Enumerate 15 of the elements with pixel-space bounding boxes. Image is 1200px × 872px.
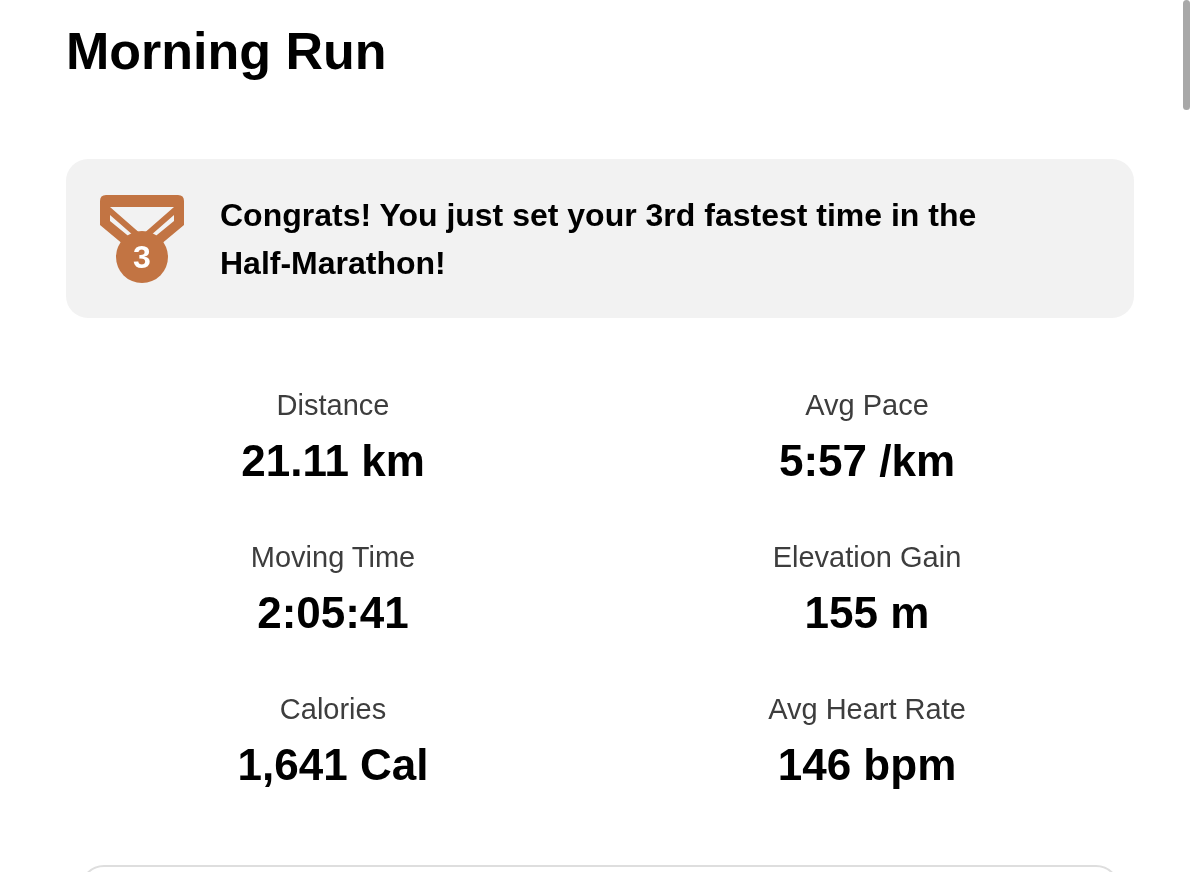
stat-value: 21.11 km [241, 436, 425, 486]
stat-value: 1,641 Cal [237, 740, 429, 790]
stat-label: Distance [276, 388, 390, 422]
stat-label: Moving Time [250, 540, 416, 574]
stat-label: Calories [279, 692, 387, 726]
stat-value: 155 m [804, 588, 930, 638]
stat-label: Avg Heart Rate [768, 692, 966, 726]
page-title: Morning Run [66, 21, 387, 82]
achievement-message: Congrats! You just set your 3rd fastest time in the Half-Marathon! [220, 195, 978, 283]
stat-value: 5:57 /km [778, 436, 956, 486]
stat-value: 146 bpm [777, 740, 957, 790]
stat-label: Avg Pace [805, 388, 929, 422]
scrollbar-thumb[interactable] [1183, 0, 1190, 110]
stat-value: 2:05:41 [257, 588, 409, 638]
stat-label: Elevation Gain [772, 540, 962, 574]
